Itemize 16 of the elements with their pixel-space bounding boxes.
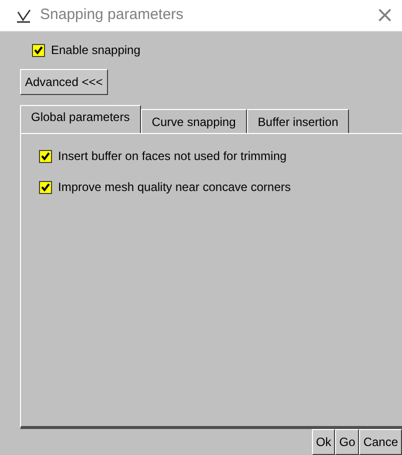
tab[interactable]: Buffer insertion: [246, 109, 350, 133]
checkbox[interactable]: [39, 150, 52, 162]
checkbox[interactable]: [32, 44, 45, 56]
checkbox-label: Improve mesh quality near concave corners: [58, 179, 291, 196]
dialog-button[interactable]: Go: [335, 429, 360, 455]
dialog-button[interactable]: Ok: [312, 429, 336, 455]
tab[interactable]: Curve snapping: [140, 109, 247, 133]
advanced-button[interactable]: Advanced <<<: [20, 69, 108, 95]
close-button[interactable]: ×: [376, 4, 394, 26]
dialog-button[interactable]: Cance: [359, 429, 402, 455]
tab[interactable]: Global parameters: [20, 105, 141, 133]
app-logo-icon: [16, 8, 32, 24]
checkbox-label: Enable snapping: [51, 42, 140, 59]
window-title: Snapping parameters: [40, 5, 184, 26]
checkbox[interactable]: [39, 180, 52, 194]
checkbox-label: Insert buffer on faces not used for trimming: [58, 148, 287, 165]
